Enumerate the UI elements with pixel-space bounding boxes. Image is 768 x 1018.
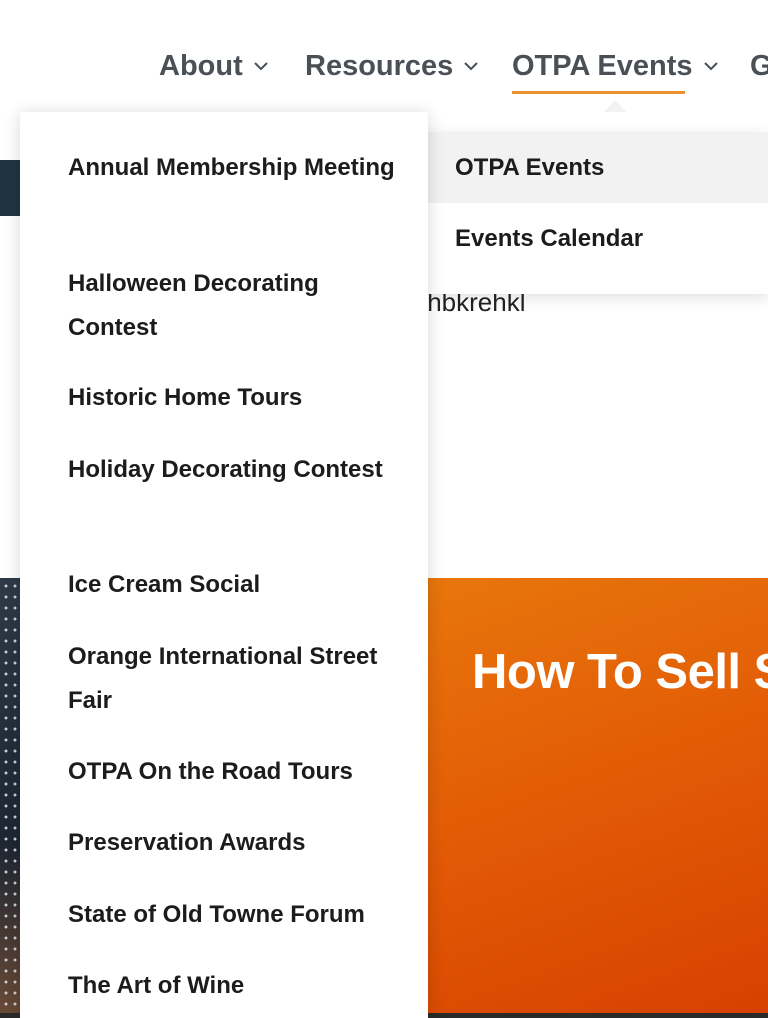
active-nav-underline — [512, 91, 685, 94]
menu-item-holiday-decorating-contest[interactable]: Holiday Decorating Contest — [68, 448, 408, 492]
dropdown-caret-icon — [604, 100, 626, 112]
menu-item-halloween-decorating-contest[interactable]: Halloween Decorating Contest — [68, 262, 408, 350]
menu-item-preservation-awards[interactable]: Preservation Awards — [68, 821, 408, 865]
menu-item-the-art-of-wine[interactable]: The Art of Wine — [68, 964, 408, 1008]
menu-item-state-of-old-towne-forum[interactable]: State of Old Towne Forum — [68, 893, 408, 937]
menu-item-otpa-on-the-road-tours[interactable]: OTPA On the Road Tours — [68, 750, 408, 794]
chevron-down-icon — [461, 56, 481, 76]
main-navigation: About Resources OTPA Events G — [0, 0, 768, 112]
otpa-events-dropdown: Annual Membership Meeting Halloween Deco… — [20, 112, 428, 1018]
promo-banner-title: How To Sell S — [472, 645, 768, 699]
hero-image-edge — [0, 160, 20, 216]
chevron-down-icon — [701, 56, 721, 76]
nav-item-about[interactable]: About — [159, 46, 271, 86]
menu-item-orange-international-street-fair[interactable]: Orange International Street Fair — [68, 635, 408, 723]
nav-item-label: OTPA Events — [512, 49, 693, 82]
nav-item-otpa-events[interactable]: OTPA Events — [512, 46, 721, 86]
menu-item-ice-cream-social[interactable]: Ice Cream Social — [68, 563, 408, 607]
promo-banner[interactable]: How To Sell S — [428, 578, 768, 1018]
nav-item-label: Resources — [305, 49, 454, 82]
nav-item-truncated[interactable]: G — [750, 46, 768, 86]
nav-item-label: About — [159, 49, 243, 82]
page: ıhbkrehkl How To Sell S About Resources … — [0, 0, 768, 1018]
submenu-item-otpa-events[interactable]: OTPA Events — [428, 132, 768, 203]
otpa-events-submenu: OTPA Events Events Calendar — [428, 132, 768, 294]
menu-item-annual-membership-meeting[interactable]: Annual Membership Meeting — [68, 146, 408, 190]
nav-item-resources[interactable]: Resources — [305, 46, 481, 86]
submenu-item-events-calendar[interactable]: Events Calendar — [428, 203, 768, 274]
nav-item-label: G — [750, 49, 768, 82]
menu-item-historic-home-tours[interactable]: Historic Home Tours — [68, 376, 408, 420]
chevron-down-icon — [251, 56, 271, 76]
